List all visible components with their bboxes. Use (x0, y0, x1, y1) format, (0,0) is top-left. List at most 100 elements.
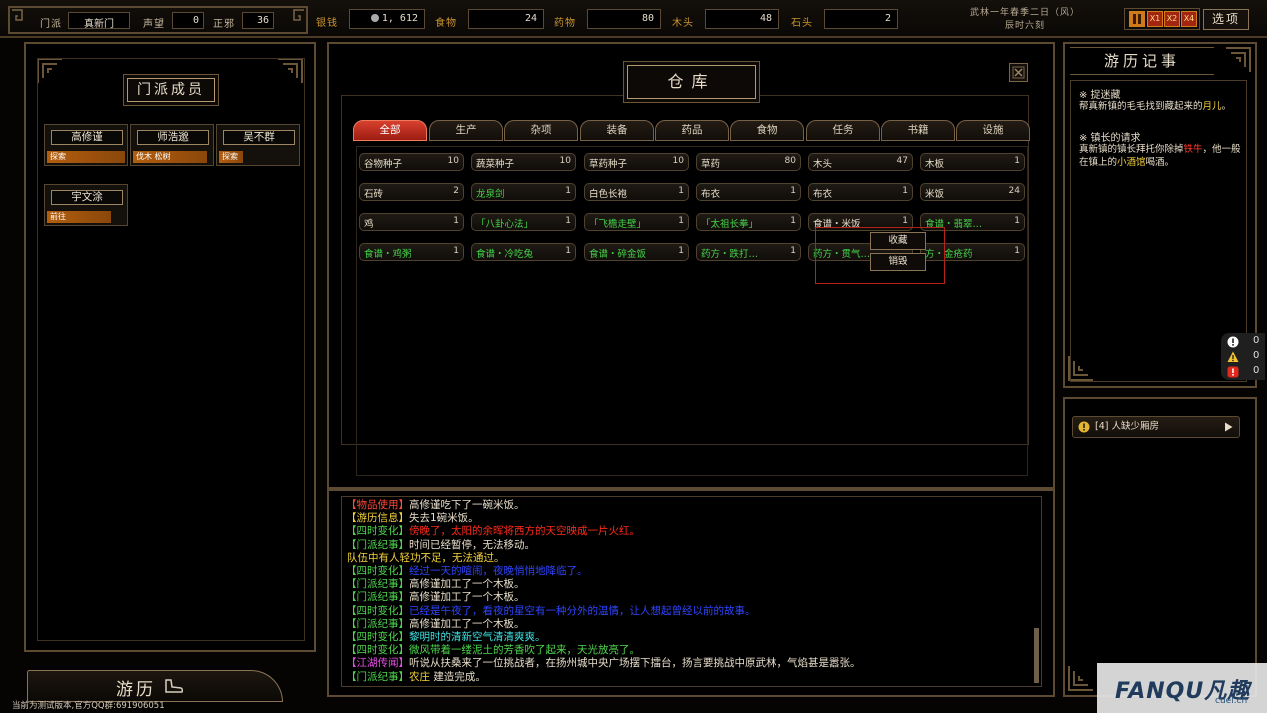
item-slot[interactable]: 「太祖长拳」 1 (696, 213, 801, 231)
corner-ornament (1068, 666, 1093, 691)
warehouse-title: 仓库 (627, 65, 756, 99)
message-log[interactable]: 【物品使用】高修谨吃下了一碗米饭。 【游历信息】失去1碗米饭。 【四时变化】傍晚了，… (341, 496, 1042, 687)
item-count: 10 (672, 156, 684, 166)
log-text: 经过一天的喧闹，夜晚悄悄地降临了。 (409, 565, 588, 577)
item-count: 10 (559, 156, 571, 166)
item-count: 47 (896, 156, 908, 166)
version-text: 当前为测试版本,官方QQ群:691906051 (12, 701, 165, 711)
item-count: 1 (790, 216, 796, 226)
info-counter[interactable]: 0 (1225, 335, 1263, 349)
item-name: 食谱・冷吃兔 (476, 249, 534, 260)
tab-production[interactable]: 生产 (429, 120, 503, 141)
item-slot[interactable]: 食谱・鸡粥 1 (359, 243, 464, 261)
item-slot[interactable]: 蔬菜种子 10 (471, 153, 576, 171)
item-slot[interactable]: 白色长袍 1 (584, 183, 689, 201)
member-task: 探索 (47, 151, 125, 163)
pause-button[interactable] (1129, 11, 1145, 27)
quest-description: 帮真新镇的毛毛找到藏起来的月儿。 (1079, 101, 1232, 112)
sect-label: 门派 (40, 19, 62, 30)
member-card[interactable]: 吴不群 探索 (216, 124, 300, 166)
tab-quest[interactable]: 任务 (806, 120, 880, 141)
member-name: 师浩邈 (137, 130, 209, 145)
log-line: 【游历信息】失去1碗米饭。 (346, 512, 479, 525)
log-tag: 【门派纪事】 (346, 670, 409, 683)
pause-icon (1133, 14, 1141, 24)
item-count: 80 (784, 156, 796, 166)
error-counter[interactable]: 0 (1225, 365, 1263, 379)
quest-heading[interactable]: ※ 镇长的请求 (1079, 129, 1141, 144)
watermark-sub: cuei.cn (1215, 696, 1248, 706)
item-name: 草药 (701, 159, 721, 170)
sect-value: 真新门 (68, 12, 130, 30)
item-slot[interactable]: 木头 47 (808, 153, 913, 171)
warning-counter[interactable]: 0 (1225, 350, 1263, 364)
item-slot[interactable]: 布衣 1 (696, 183, 801, 201)
item-count: 1 (790, 246, 796, 256)
wood-value: 48 (705, 9, 779, 29)
corner-ornament (1226, 47, 1251, 72)
tab-facilities[interactable]: 设施 (956, 120, 1030, 141)
tab-books[interactable]: 书籍 (881, 120, 955, 141)
alert-icon (1078, 421, 1090, 433)
log-text: 已经是午夜了，看夜的星空有一种分外的温情，让人想起曾经以前的故事。 (409, 604, 756, 617)
item-slot[interactable]: 「八卦心法」 1 (471, 213, 576, 231)
item-slot[interactable]: 布衣 1 (808, 183, 913, 201)
member-card[interactable]: 师浩邈 伐木 松树 (130, 124, 214, 166)
favorite-button[interactable]: 收藏 (870, 232, 926, 250)
destroy-button[interactable]: 销毁 (870, 253, 926, 271)
date-line-2: 辰时六刻 (1004, 21, 1045, 31)
close-button[interactable] (1009, 63, 1028, 82)
item-slot[interactable]: 食谱・碎金饭 1 (584, 243, 689, 261)
date-line-1: 武林一年春季二日（风） (969, 8, 1080, 18)
item-slot[interactable]: 米饭 24 (920, 183, 1025, 201)
silver-value: 1, 612 (381, 13, 418, 24)
tab-medicine[interactable]: 药品 (655, 120, 729, 141)
tab-all[interactable]: 全部 (353, 120, 427, 141)
log-scrollbar[interactable] (1034, 628, 1039, 683)
log-tag: 【四时变化】 (346, 604, 409, 617)
speed-x2-button[interactable]: X2 (1164, 11, 1180, 27)
item-slot[interactable]: 谷物种子 10 (359, 153, 464, 171)
log-line: 【门派纪事】高修谨加工了一个木板。 (346, 578, 525, 591)
speed-x4-button[interactable]: X4 (1181, 11, 1197, 27)
options-button[interactable]: 选项 (1203, 9, 1249, 30)
alert-text: [4] 人缺少厢房 (1095, 421, 1159, 432)
item-slot[interactable]: 石砖 2 (359, 183, 464, 201)
log-line: 【四时变化】经过一天的喧闹，夜晚悄悄地降临了。 (346, 565, 588, 578)
log-line: 【四时变化】已经是午夜了，看夜的星空有一种分外的温情，让人想起曾经以前的故事。 (346, 605, 756, 618)
alert-item[interactable]: [4] 人缺少厢房 (1072, 416, 1240, 438)
member-name: 吴不群 (223, 130, 295, 145)
play-icon (1225, 422, 1233, 432)
tab-misc[interactable]: 杂项 (504, 120, 578, 141)
item-slot[interactable]: 草药种子 10 (584, 153, 689, 171)
item-name: 食谱・鸡粥 (364, 249, 412, 260)
travel-button[interactable]: 游历 (27, 670, 283, 702)
item-slot[interactable]: 龙泉剑 1 (471, 183, 576, 201)
item-name: 木头 (813, 159, 833, 170)
log-text: 高修谨加工了一个木板。 (409, 578, 525, 591)
item-count: 1 (902, 186, 908, 196)
member-card[interactable]: 高修谨 探索 (44, 124, 128, 166)
food-label: 食物 (435, 18, 457, 29)
log-line: 【江湖传闻】听说从扶桑来了一位挑战者，在扬州城中央广场摆下擂台，扬言要挑战中原武… (346, 657, 861, 670)
item-slot[interactable]: 草药 80 (696, 153, 801, 171)
item-count: 1 (1014, 216, 1020, 226)
quest-heading[interactable]: ※ 捉迷藏 (1079, 86, 1121, 101)
member-card[interactable]: 宇文涂 前往 (44, 184, 128, 226)
item-slot[interactable]: 「飞檐走壁」 1 (584, 213, 689, 231)
speed-x1-button[interactable]: X1 (1147, 11, 1163, 27)
item-name: 龙泉剑 (476, 189, 505, 200)
tab-food[interactable]: 食物 (730, 120, 804, 141)
item-name: 米饭 (925, 189, 945, 200)
tab-equipment[interactable]: 装备 (580, 120, 654, 141)
item-count: 1 (678, 186, 684, 196)
silver-value-box: 1, 612 (349, 9, 425, 29)
item-slot[interactable]: 药方・跌打… 1 (696, 243, 801, 261)
item-slot[interactable]: 木板 1 (920, 153, 1025, 171)
stone-value: 2 (824, 9, 898, 29)
date-display: 武林一年春季二日（风） 辰时六刻 (955, 7, 1095, 33)
log-tag: 【物品使用】 (346, 499, 409, 511)
notification-counters: 0 0 0 (1221, 333, 1265, 380)
item-slot[interactable]: 食谱・冷吃兔 1 (471, 243, 576, 261)
item-slot[interactable]: 鸡1 (359, 213, 464, 231)
